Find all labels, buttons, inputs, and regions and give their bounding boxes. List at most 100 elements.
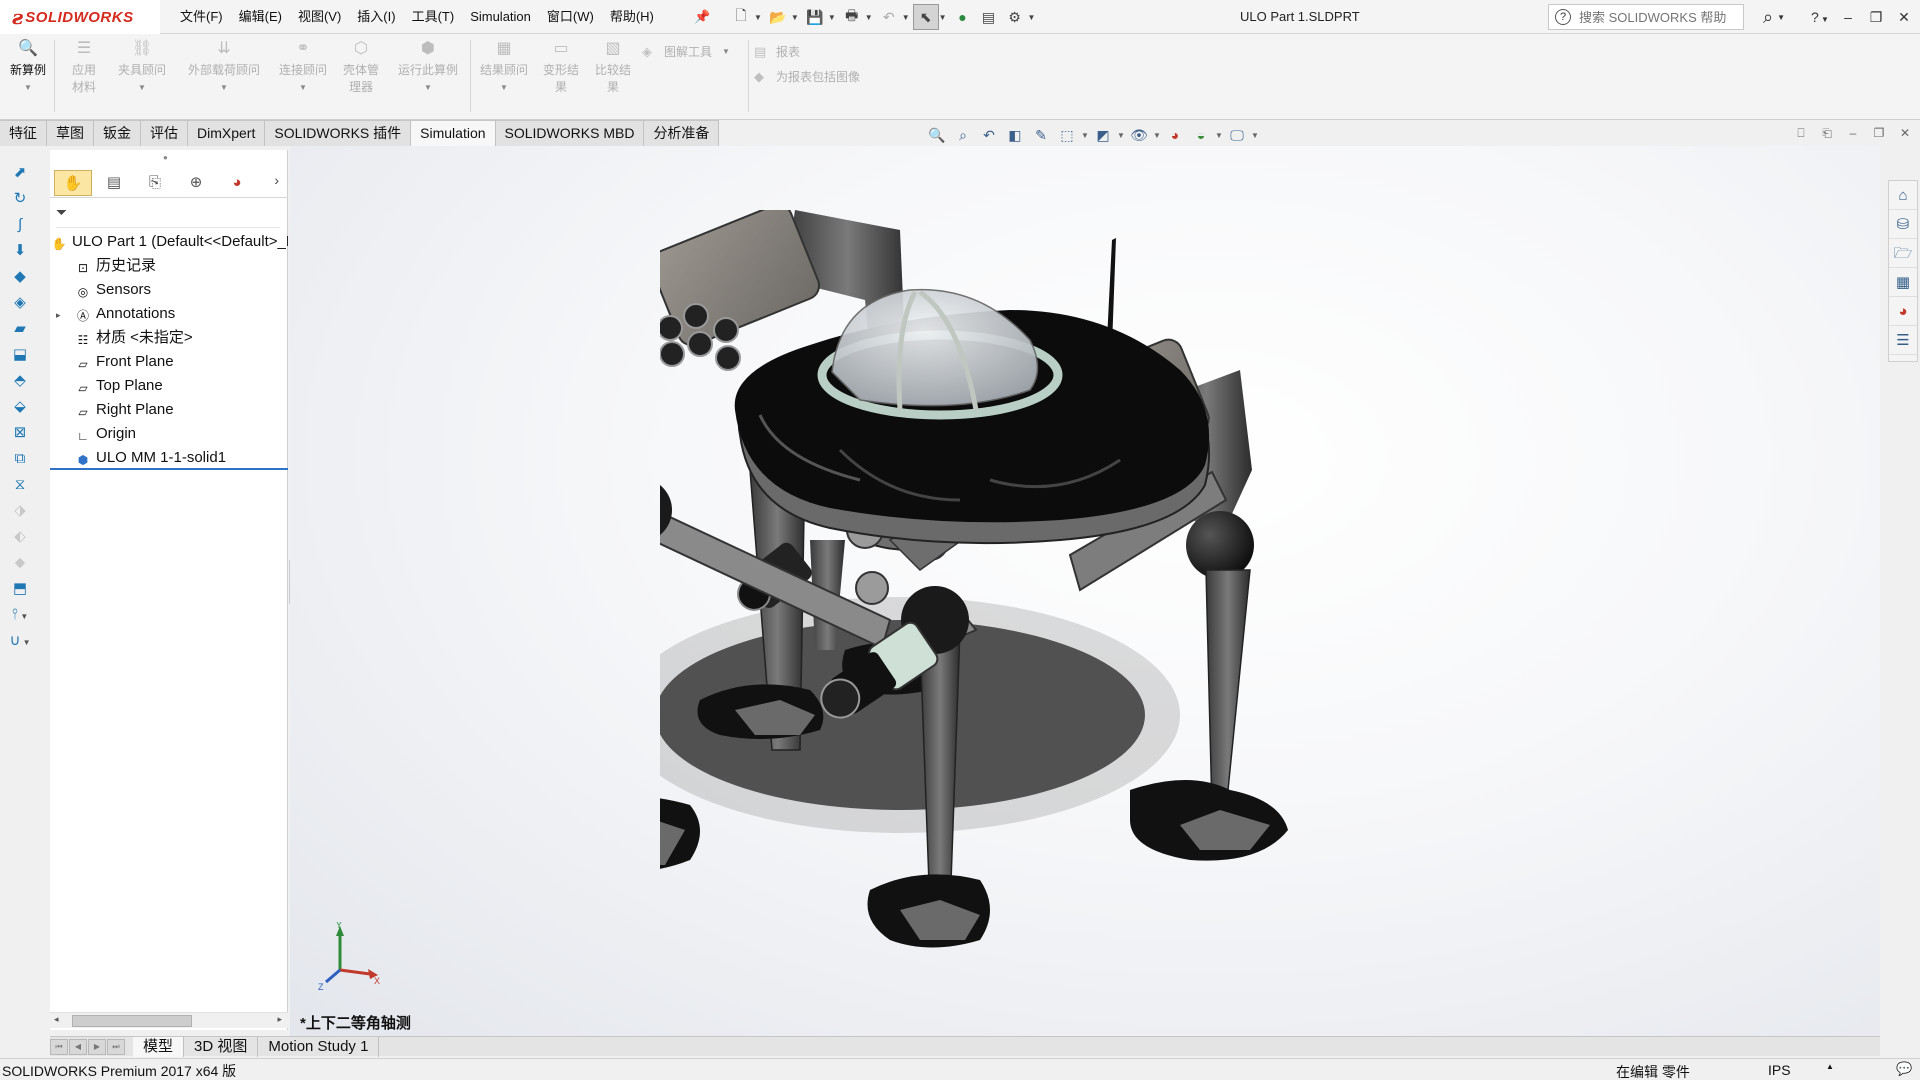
instant3d-icon[interactable]: ⬒ [4,576,36,602]
new-document-icon[interactable]: 🗋 [728,4,754,30]
new-study-button[interactable]: 🔍 新算例 ▼ [6,40,50,96]
hide-show-dropdown-icon[interactable]: ▼ [1152,131,1162,140]
save-dropdown-icon[interactable]: ▼ [828,13,836,22]
robot-model[interactable] [660,210,1380,1010]
scroll-right-icon[interactable]: ▸ [277,1014,282,1025]
unit-system[interactable]: IPS [1768,1062,1791,1078]
curves-icon[interactable]: ⫯ ▼ [4,602,36,628]
scroll-thumb[interactable] [72,1015,192,1027]
prev-tab-icon[interactable]: ◀ [69,1038,87,1055]
tab-features[interactable]: 特征 [0,120,47,146]
run-study-dropdown-icon[interactable]: ▼ [390,79,466,96]
tree-item-front-plane[interactable]: ▱ Front Plane [50,350,288,374]
last-tab-icon[interactable]: ⏭ [107,1038,125,1055]
edit-appearance-icon[interactable]: ◕ [1162,124,1188,146]
section-view-icon[interactable]: ◧ [1002,124,1028,146]
menu-insert[interactable]: 插入(I) [349,0,403,34]
feature-tree-tab-icon[interactable]: ✋ [54,169,92,196]
plot-tools-button[interactable]: ◈ 图解工具 ▼ [642,43,730,60]
revolve-icon[interactable]: ↻ [4,186,36,212]
fixtures-dropdown-icon[interactable]: ▼ [112,79,172,96]
deformed-result-button[interactable]: ▭ 变形结果 [538,40,584,96]
tree-item-top-plane[interactable]: ▱ Top Plane [50,374,288,398]
more-tabs-chevron-icon[interactable]: › [274,172,279,188]
expand-arrow-icon[interactable]: ▸ [56,303,68,326]
print-icon[interactable]: 🖶 [839,4,865,30]
scroll-left-icon[interactable]: ◂ [54,1014,59,1025]
menu-simulation[interactable]: Simulation [462,0,539,34]
mirror-icon[interactable]: ⧖ [4,472,36,498]
draft-icon[interactable]: ⬙ [4,394,36,420]
tab-sheet-metal[interactable]: 钣金 [94,120,141,146]
dynamic-annotation-icon[interactable]: ✎ [1028,124,1054,146]
tree-item-annotations[interactable]: ▸ Ⓐ Annotations [50,302,288,326]
first-tab-icon[interactable]: ⏮ [50,1038,68,1055]
viewport-tile-icon[interactable]: ⎗ [1814,126,1840,141]
scene-dropdown-icon[interactable]: ▼ [1214,131,1224,140]
display-style-icon[interactable]: ◩ [1090,124,1116,146]
undo-dropdown-icon[interactable]: ▼ [902,13,910,22]
plane-icon[interactable]: ▰ [4,316,36,342]
run-study-button[interactable]: ⬢ 运行此算例 ▼ [390,40,466,96]
unit-dropdown-icon[interactable]: ▲ [1826,1062,1834,1071]
menu-file[interactable]: 文件(F) [172,0,231,34]
menu-edit[interactable]: 编辑(E) [231,0,290,34]
hide-show-items-icon[interactable]: 👁 [1126,124,1152,146]
help-icon[interactable]: ? ▼ [1806,9,1834,25]
external-loads-button[interactable]: ⇊ 外部载荷顾问 ▼ [178,40,270,96]
select-dropdown-icon[interactable]: ▼ [939,13,947,22]
tree-filter-icon[interactable]: ⏷ [56,204,280,228]
fixtures-advisor-button[interactable]: ⛓ 夹具顾问 ▼ [112,40,172,96]
tree-root[interactable]: ✋ULO Part 1 (Default<<Default>_Display S… [50,230,288,254]
options-dropdown-icon[interactable]: ▼ [1028,13,1036,22]
tree-item-origin[interactable]: ∟ Origin [50,422,288,446]
chat-icon[interactable]: 💬 [1896,1061,1912,1077]
wrap-icon[interactable]: ⊠ [4,420,36,446]
viewport-close-icon[interactable]: ✕ [1892,126,1918,141]
design-library-icon[interactable]: ⛁ [1889,210,1917,239]
connections-advisor-button[interactable]: ⚭ 连接顾问 ▼ [272,40,334,96]
display-style-dropdown-icon[interactable]: ▼ [1116,131,1126,140]
shell-manager-button[interactable]: ⬡ 壳体管理器 [336,40,386,96]
zoom-to-fit-icon[interactable]: 🔍 [924,124,950,146]
next-tab-icon[interactable]: ▶ [88,1038,106,1055]
tab-simulation[interactable]: Simulation [411,120,496,146]
close-icon[interactable]: ✕ [1890,9,1918,26]
menu-tools[interactable]: 工具(T) [404,0,463,34]
results-dropdown-icon[interactable]: ▼ [474,79,534,96]
tab-mbd[interactable]: SOLIDWORKS MBD [495,120,645,146]
undo-icon[interactable]: ↶ [876,4,902,30]
menu-window[interactable]: 窗口(W) [539,0,602,34]
property-manager-tab-icon[interactable]: ▤ [95,170,133,196]
compare-results-button[interactable]: ▧ 比较结果 [590,40,636,96]
tab-analysis-prep[interactable]: 分析准备 [644,120,720,146]
spline-icon[interactable]: ∪ ▼ [4,628,36,654]
view-palette-icon[interactable]: ▦ [1889,268,1917,297]
options-gear-icon[interactable]: ⚙ [1002,4,1028,30]
fillet-icon[interactable]: ◆ [4,264,36,290]
tree-item-material[interactable]: ☷ 材质 <未指定> [50,326,288,350]
plot-tools-dropdown-icon[interactable]: ▼ [722,47,730,56]
solidworks-resources-icon[interactable]: ⌂ [1889,181,1917,210]
viewport-restore-icon[interactable]: ❐ [1866,126,1892,141]
view-settings-dropdown-icon[interactable]: ▼ [1250,131,1260,140]
apply-scene-icon[interactable]: ◒ [1188,124,1214,146]
file-properties-icon[interactable]: ▤ [976,4,1002,30]
viewport-minimize-icon[interactable]: ⎕ [1788,126,1814,141]
view-settings-icon[interactable]: 🖵 [1224,124,1250,146]
dimxpert-manager-tab-icon[interactable]: ⊕ [177,170,215,196]
zoom-to-area-icon[interactable]: ⌕ [950,124,976,146]
apply-material-button[interactable]: ☰ 应用材料 [60,40,108,96]
chamfer-icon[interactable]: ◈ [4,290,36,316]
tab-evaluate[interactable]: 评估 [141,120,188,146]
select-cursor-icon[interactable]: ⬉ [912,4,939,30]
open-dropdown-icon[interactable]: ▼ [791,13,799,22]
menu-help[interactable]: 帮助(H) [602,0,662,34]
solidworks-logo[interactable]: ƨ SOLIDWORKS [0,0,160,34]
tab-motion-study[interactable]: Motion Study 1 [258,1036,380,1057]
panel-drag-handle[interactable]: ● [163,153,168,162]
minimize-icon[interactable]: – [1834,9,1862,25]
intersect-icon[interactable]: ⧉ [4,446,36,472]
custom-properties-icon[interactable]: ☰ [1889,326,1917,355]
appearances-icon[interactable]: ◕ [1889,297,1917,326]
